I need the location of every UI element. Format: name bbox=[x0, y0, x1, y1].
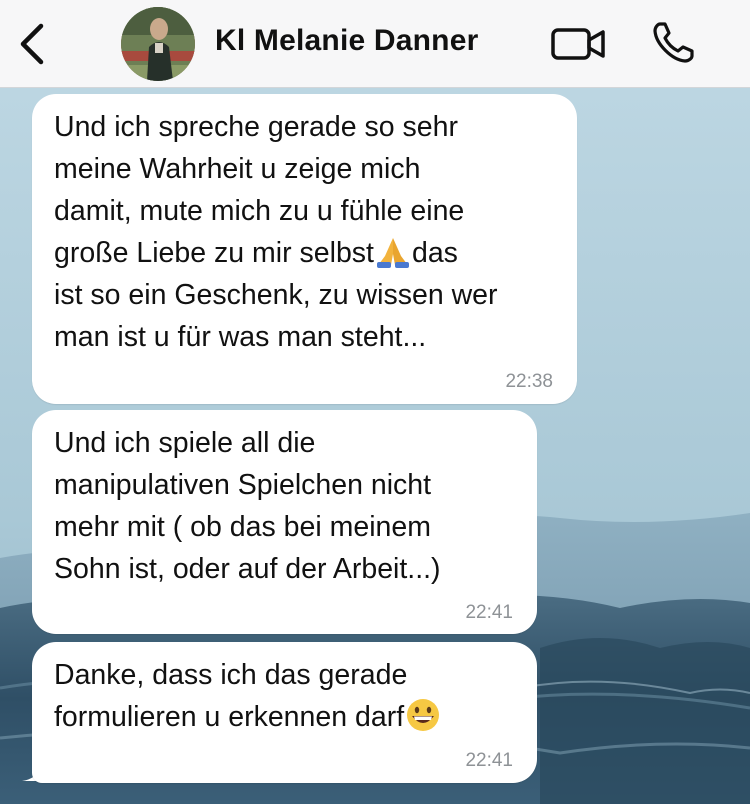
chevron-left-icon bbox=[20, 23, 44, 65]
message-text: Und ich spreche gerade so sehr meine Wah… bbox=[54, 111, 498, 353]
contact-name[interactable]: Kl Melanie Danner bbox=[215, 24, 478, 58]
voice-call-button[interactable] bbox=[650, 18, 698, 66]
message-text: Danke, dass ich das gerade formulieren u… bbox=[54, 654, 442, 738]
message-bubble[interactable]: Danke, dass ich das gerade formulieren u… bbox=[32, 642, 537, 783]
message-time: 22:41 bbox=[465, 750, 513, 771]
avatar[interactable] bbox=[121, 7, 195, 81]
message-time: 22:41 bbox=[465, 602, 513, 623]
chat-header: Kl Melanie Danner bbox=[0, 0, 750, 88]
folded-hands-emoji bbox=[376, 238, 409, 268]
message-bubble[interactable]: Und ich spreche gerade so sehr meine Wah… bbox=[32, 94, 577, 404]
message-text: Und ich spiele all die manipulativen Spi… bbox=[54, 427, 441, 585]
video-camera-icon bbox=[551, 28, 605, 60]
message-time: 22:38 bbox=[505, 371, 553, 392]
grinning-face-emoji bbox=[407, 699, 440, 731]
phone-icon bbox=[653, 22, 694, 63]
message-bubble[interactable]: Und ich spiele all die manipulativen Spi… bbox=[32, 410, 537, 634]
back-button[interactable] bbox=[14, 22, 50, 66]
video-call-button[interactable] bbox=[549, 22, 609, 66]
